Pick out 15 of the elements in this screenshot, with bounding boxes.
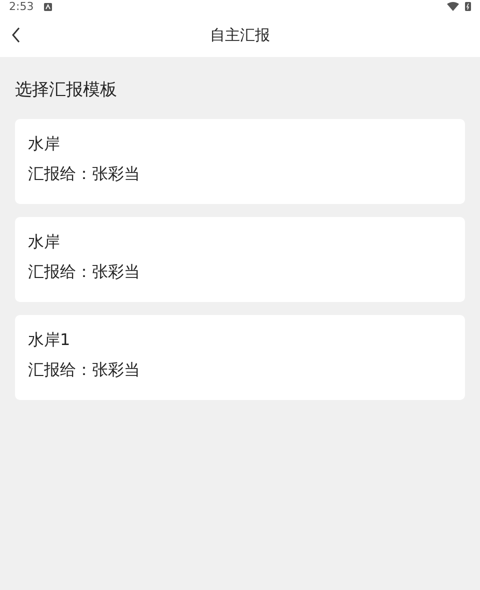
template-card[interactable]: 水岸 汇报给：张彩当 (15, 217, 465, 302)
status-time: 2:53 (9, 1, 34, 12)
recipient-text: 汇报给：张彩当 (28, 359, 141, 381)
template-card[interactable]: 水岸 汇报给：张彩当 (15, 119, 465, 204)
recipient-text: 汇报给：张彩当 (28, 163, 141, 185)
template-card[interactable]: 水岸1 汇报给：张彩当 (15, 315, 465, 400)
notification-icon (44, 2, 52, 10)
recipient-text: 汇报给：张彩当 (28, 261, 141, 283)
page-title: 自主汇报 (210, 24, 270, 46)
section-title: 选择汇报模板 (15, 79, 118, 102)
wifi-icon (447, 2, 459, 11)
template-name: 水岸 (28, 133, 61, 155)
template-name: 水岸1 (28, 329, 72, 351)
template-name: 水岸 (28, 231, 61, 253)
back-icon (11, 27, 21, 43)
